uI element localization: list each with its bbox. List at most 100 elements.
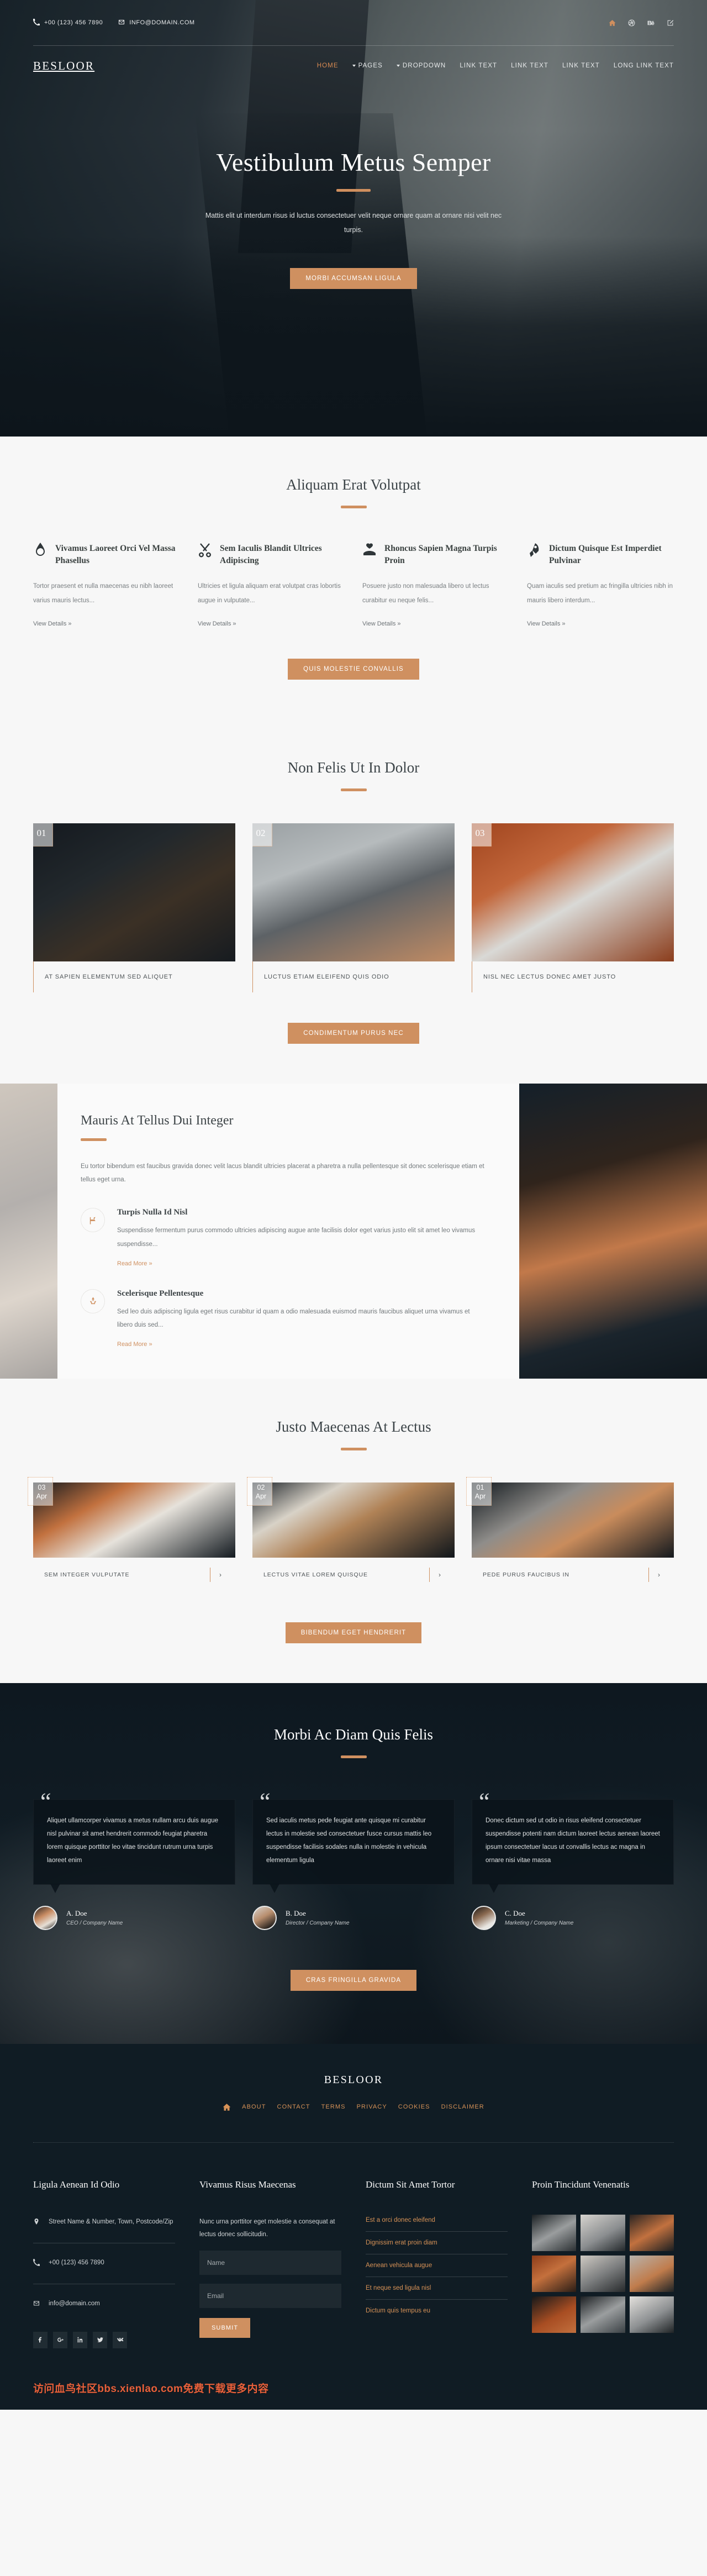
gallery-thumb[interactable] <box>629 2214 674 2251</box>
footer-column-title: Dictum Sit Amet Tortor <box>366 2179 455 2190</box>
google-plus-icon[interactable] <box>53 2331 67 2348</box>
hero-cta-button[interactable]: MORBI ACCUMSAN LIGULA <box>290 267 417 289</box>
blog-arrow-icon[interactable]: › <box>648 1568 674 1582</box>
services-cta-button[interactable]: QUIS MOLESTIE CONVALLIS <box>288 658 419 680</box>
social-edit-icon[interactable] <box>667 19 674 27</box>
blog-card[interactable]: 01 Apr PEDE PURUS FAUCIBUS IN › <box>466 1477 674 1592</box>
feature-read-more-link[interactable]: Read More » <box>117 1341 152 1348</box>
gallery-thumb[interactable] <box>581 2255 625 2292</box>
gallery-thumb[interactable] <box>581 2296 625 2333</box>
blog-caption: PEDE PURUS FAUCIBUS IN <box>483 1571 569 1578</box>
map-pin-icon <box>33 2216 40 2230</box>
service-title: Rhoncus Sapien Magna Turpis Proin <box>384 544 497 566</box>
avatar <box>252 1905 277 1930</box>
portfolio-caption: NISL NEC LECTUS DONEC AMET JUSTO <box>472 961 674 992</box>
testimonials-cta-button[interactable]: CRAS FRINGILLA GRAVIDA <box>290 1969 417 1991</box>
service-view-details-link[interactable]: View Details » <box>33 621 72 627</box>
footer-link-item[interactable]: Et neque sed ligula nisl <box>366 2277 508 2300</box>
footer-address: Street Name & Number, Town, Postcode/Zip <box>33 2216 175 2230</box>
gallery-thumb[interactable] <box>532 2296 577 2333</box>
gallery-thumb[interactable] <box>532 2214 577 2251</box>
feature-section: Mauris At Tellus Dui Integer Eu tortor b… <box>0 1083 707 1379</box>
gallery-thumb[interactable] <box>629 2296 674 2333</box>
email-input[interactable] <box>199 2283 341 2308</box>
feature-read-more-link[interactable]: Read More » <box>117 1260 152 1267</box>
hero-subtitle: Mattis elit ut interdum risus id luctus … <box>205 212 502 234</box>
nav-item-home[interactable]: HOME <box>317 62 339 69</box>
portfolio-card[interactable]: 01 AT SAPIEN ELEMENTUM SED ALIQUET <box>33 823 235 992</box>
nav-links: HOME PAGES DROPDOWN LINK TEXT LINK TEXT … <box>317 62 674 69</box>
topbar-phone[interactable]: +00 (123) 456 7890 <box>33 18 103 27</box>
top-contact-bar: +00 (123) 456 7890 INFO@DOMAIN.COM <box>0 0 707 45</box>
blog-caption: SEM INTEGER VULPUTATE <box>44 1571 130 1578</box>
gallery-thumb[interactable] <box>532 2255 577 2292</box>
nav-item-link-2[interactable]: LINK TEXT <box>511 62 548 69</box>
name-input[interactable] <box>199 2250 341 2275</box>
footer-nav-terms[interactable]: TERMS <box>321 2104 346 2110</box>
footer-phone-text: +00 (123) 456 7890 <box>49 2259 104 2266</box>
submit-button[interactable]: SUBMIT <box>199 2317 251 2338</box>
blog-date-day: 02 <box>257 1484 265 1492</box>
gallery-thumb[interactable] <box>629 2255 674 2292</box>
services-section: Aliquam Erat Volutpat Vivamus Laoreet Or… <box>0 437 707 719</box>
blog-arrow-icon[interactable]: › <box>429 1568 455 1582</box>
footer-home-icon[interactable] <box>223 2103 231 2111</box>
footer-nav-cookies[interactable]: COOKIES <box>398 2104 430 2110</box>
social-home-icon[interactable] <box>609 19 616 27</box>
twitter-icon[interactable] <box>93 2331 107 2348</box>
portfolio-section: Non Felis Ut In Dolor 01 AT SAPIEN ELEME… <box>0 719 707 1084</box>
footer-email[interactable]: info@domain.com <box>33 2298 175 2311</box>
testimonial-card: “ Aliquet ullamcorper vivamus a metus nu… <box>33 1790 235 1930</box>
footer-link-item[interactable]: Dignissim erat proin diam <box>366 2232 508 2254</box>
nav-item-link-3[interactable]: LINK TEXT <box>562 62 600 69</box>
portfolio-card[interactable]: 02 LUCTUS ETIAM ELEIFEND QUIS ODIO <box>252 823 455 992</box>
footer-nav-about[interactable]: ABOUT <box>242 2104 266 2110</box>
blog-arrow-icon[interactable]: › <box>210 1568 235 1582</box>
blog-card[interactable]: 02 Apr LECTUS VITAE LOREM QUISQUE › <box>247 1477 455 1592</box>
topbar-email[interactable]: INFO@DOMAIN.COM <box>118 19 194 27</box>
feature-item-text: Sed leo duis adipiscing ligula eget risu… <box>117 1308 470 1329</box>
hero-title: Vestibulum Metus Semper <box>216 148 491 176</box>
nav-item-pages[interactable]: PAGES <box>352 62 383 69</box>
footer-nav-privacy[interactable]: PRIVACY <box>357 2104 387 2110</box>
footer-link-item[interactable]: Est a orci donec eleifend <box>366 2212 508 2232</box>
avatar <box>33 1905 57 1930</box>
nav-item-long-link[interactable]: LONG LINK TEXT <box>614 62 674 69</box>
portfolio-image: 01 <box>33 823 235 961</box>
footer-phone[interactable]: +00 (123) 456 7890 <box>33 2257 175 2270</box>
footer-link-item[interactable]: Dictum quis tempus eu <box>366 2300 508 2322</box>
blog-list: 03 Apr SEM INTEGER VULPUTATE › 02 Apr LE… <box>28 1477 674 1592</box>
service-view-details-link[interactable]: View Details » <box>198 621 236 627</box>
service-view-details-link[interactable]: View Details » <box>527 621 566 627</box>
heart-hand-icon <box>362 543 377 559</box>
flag-icon <box>81 1208 105 1233</box>
footer-logo[interactable]: BESLOOR <box>33 2074 674 2086</box>
blog-card[interactable]: 03 Apr SEM INTEGER VULPUTATE › <box>28 1477 235 1592</box>
testimonial-role: Director / Company Name <box>286 1920 350 1927</box>
footer-nav-contact[interactable]: CONTACT <box>277 2104 310 2110</box>
nav-item-dropdown[interactable]: DROPDOWN <box>396 62 446 69</box>
nav-item-link-1[interactable]: LINK TEXT <box>460 62 497 69</box>
service-view-details-link[interactable]: View Details » <box>362 621 401 627</box>
vk-icon[interactable] <box>113 2331 127 2348</box>
footer-link-item[interactable]: Aenean vehicula augue <box>366 2254 508 2277</box>
portfolio-caption: AT SAPIEN ELEMENTUM SED ALIQUET <box>33 961 235 992</box>
facebook-icon[interactable] <box>33 2331 48 2348</box>
linkedin-icon[interactable] <box>73 2331 87 2348</box>
testimonials-title: Morbi Ac Diam Quis Felis <box>274 1726 433 1743</box>
phone-icon <box>33 2257 40 2270</box>
blog-cta-button[interactable]: BIBENDUM EGET HENDRERIT <box>285 1622 422 1643</box>
portfolio-card[interactable]: 03 NISL NEC LECTUS DONEC AMET JUSTO <box>472 823 674 992</box>
quote-icon: “ <box>260 1788 271 1815</box>
gallery-thumb[interactable] <box>581 2214 625 2251</box>
portfolio-number-badge: 02 <box>252 823 272 847</box>
testimonial-role: CEO / Company Name <box>66 1920 123 1927</box>
nav-label: DROPDOWN <box>402 62 446 69</box>
blog-image: 01 Apr <box>466 1477 674 1558</box>
portfolio-cta-button[interactable]: CONDIMENTUM PURUS NEC <box>288 1022 419 1044</box>
social-behance-icon[interactable] <box>647 19 655 27</box>
site-logo[interactable]: BESLOOR <box>33 59 94 73</box>
social-dribbble-icon[interactable] <box>628 19 635 27</box>
recycle-icon <box>81 1289 105 1313</box>
footer-nav-disclaimer[interactable]: DISCLAIMER <box>441 2104 484 2110</box>
